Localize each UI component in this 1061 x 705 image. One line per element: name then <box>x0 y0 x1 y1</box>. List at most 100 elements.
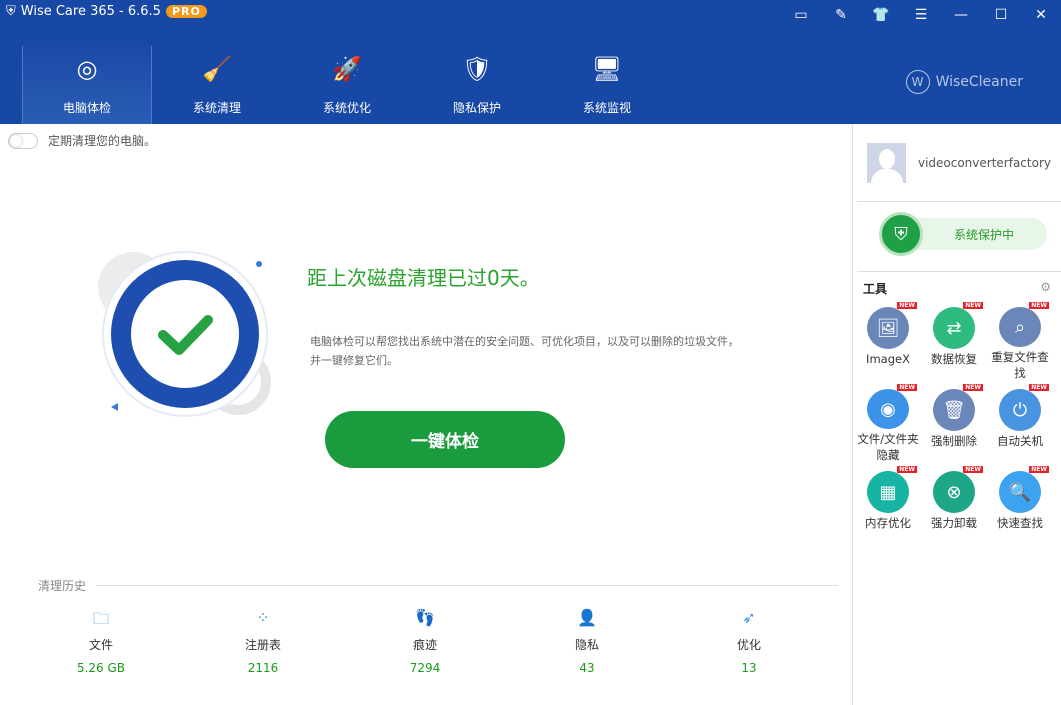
feedback-icon[interactable]: ▭ <box>781 0 821 30</box>
shield-icon: ⛨ <box>879 212 923 256</box>
history-value: 2116 <box>247 661 279 675</box>
tool-label: 重复文件查找 <box>991 350 1049 380</box>
tool-icon: ⏻ <box>999 389 1041 431</box>
title-text: Wise Care 365 - 6.6.5 <box>20 4 161 19</box>
new-badge: NEW <box>1029 466 1049 473</box>
tools-grid: 🖼 NEW ImageX ⇄ NEW 数据恢复 ⌕ NEW 重复文件查找 ◉ NEW 文件/文件夹隐藏… <box>853 297 1061 545</box>
radar-icon: ◎ <box>76 55 98 83</box>
privacy-icon: 👤 <box>577 608 597 627</box>
history-label: 隐私 <box>574 638 599 652</box>
app-logo-icon: ⛨ <box>6 4 16 19</box>
tab-clean[interactable]: 🧹 系统清理 <box>152 46 282 124</box>
schedule-toggle[interactable] <box>8 132 38 149</box>
tool-icon: ◉ <box>867 389 909 429</box>
tool-item[interactable]: ⇄ NEW 数据恢复 <box>921 301 987 381</box>
close-button[interactable]: ✕ <box>1021 0 1061 30</box>
monitor-icon: 🖥 <box>591 55 623 83</box>
tab-label: 电脑体检 <box>62 101 111 115</box>
history-title: 清理历史 <box>38 577 838 594</box>
new-badge: NEW <box>897 466 917 473</box>
tool-icon: 🔍 <box>999 471 1041 513</box>
new-badge: NEW <box>963 384 983 391</box>
gear-icon[interactable]: ⚙ <box>1040 280 1051 297</box>
new-badge: NEW <box>963 302 983 309</box>
tab-label: 隐私保护 <box>452 101 501 115</box>
tool-icon: 🗑 <box>933 389 975 431</box>
sidebar: videoconverterfactory 系统保护中 ⛨ 工具 ⚙ 🖼 NEW Ima… <box>852 124 1061 705</box>
one-click-scan-button[interactable]: 一键体检 <box>325 411 565 468</box>
brand-name: WiseCleaner <box>935 74 1023 90</box>
tab-label: 系统优化 <box>322 101 371 115</box>
new-badge: NEW <box>897 302 917 309</box>
history-title-text: 清理历史 <box>38 579 87 593</box>
pro-badge: PRO <box>165 5 207 18</box>
protection-status[interactable]: 系统保护中 ⛨ <box>857 202 1061 272</box>
tool-item[interactable]: ◉ NEW 文件/文件夹隐藏 <box>855 383 921 463</box>
last-clean-headline: 距上次磁盘清理已过0天。 <box>307 266 540 290</box>
menu-icon[interactable]: ☰ <box>901 0 941 30</box>
tool-item[interactable]: ⏻ NEW 自动关机 <box>987 383 1053 463</box>
history-item-traces: 👣 痕迹 7294 <box>344 608 506 675</box>
history-label: 注册表 <box>244 638 281 652</box>
username: videoconverterfactory <box>917 155 1051 170</box>
history-label: 痕迹 <box>412 638 437 652</box>
tool-item[interactable]: 🔍 NEW 快速查找 <box>987 465 1053 545</box>
tab-label: 系统监视 <box>582 101 631 115</box>
main-panel: 定期清理您的电脑。 距上次磁盘清理已过0天。 电脑体检可以帮您找出系统中潜在的安… <box>0 124 852 702</box>
tool-icon: ▦ <box>867 471 909 513</box>
tool-label: 强力卸载 <box>931 516 977 530</box>
tab-privacy[interactable]: 🛡 隐私保护 <box>412 46 542 124</box>
toggle-label: 定期清理您的电脑。 <box>48 134 157 148</box>
history-label: 优化 <box>736 638 761 652</box>
new-badge: NEW <box>1029 384 1049 391</box>
tool-item[interactable]: 🗑 NEW 强制删除 <box>921 383 987 463</box>
tab-monitor[interactable]: 🖥 系统监视 <box>542 46 672 124</box>
history-item-files: 🗀 文件 5.26 GB <box>20 608 182 675</box>
tool-icon: 🖼 <box>867 307 909 349</box>
tab-checkup[interactable]: ◎ 电脑体检 <box>22 46 152 124</box>
registry-icon: ⁘ <box>256 608 270 627</box>
history-label: 文件 <box>88 638 113 652</box>
history-item-registry: ⁘ 注册表 2116 <box>182 608 344 675</box>
tool-label: 快速查找 <box>997 516 1043 530</box>
maximize-button[interactable]: ☐ <box>981 0 1021 30</box>
tab-label: 系统清理 <box>192 101 241 115</box>
tool-icon: ⊗ <box>933 471 975 513</box>
tool-label: ImageX <box>866 352 910 366</box>
user-panel[interactable]: videoconverterfactory <box>857 124 1061 202</box>
clean-history: 🗀 文件 5.26 GB ⁘ 注册表 2116 👣 痕迹 7294 👤 隐私 43 ➶ 优化 13 <box>20 608 830 675</box>
brand-logo: W WiseCleaner <box>905 70 1023 94</box>
wisecleaner-icon: W <box>905 70 930 94</box>
tool-label: 内存优化 <box>865 516 911 530</box>
history-value: 13 <box>741 661 757 675</box>
skin-icon[interactable]: 👕 <box>861 0 901 30</box>
tab-optimize[interactable]: 🚀 系统优化 <box>282 46 412 124</box>
tool-item[interactable]: ⌕ NEW 重复文件查找 <box>987 301 1053 381</box>
history-value: 43 <box>579 661 595 675</box>
new-badge: NEW <box>1029 302 1049 309</box>
tool-label: 强制删除 <box>931 434 977 448</box>
tools-title: 工具 <box>863 282 888 296</box>
broom-icon: 🧹 <box>202 55 232 83</box>
rocket-icon: 🚀 <box>332 55 362 83</box>
shield-lock-icon: 🛡 <box>461 55 493 83</box>
status-check-graphic <box>98 251 271 417</box>
new-badge: NEW <box>963 466 983 473</box>
edit-icon[interactable]: ✎ <box>821 0 861 30</box>
tool-label: 文件/文件夹隐藏 <box>857 432 919 462</box>
history-value: 5.26 GB <box>76 661 126 675</box>
header: ⛨ Wise Care 365 - 6.6.5 PRO ▭ ✎ 👕 ☰ — ☐ ✕ … <box>0 0 1061 124</box>
rocket-icon: ➶ <box>742 608 756 627</box>
tool-icon: ⇄ <box>933 307 975 349</box>
footprint-icon: 👣 <box>415 608 435 627</box>
tool-icon: ⌕ <box>999 307 1041 347</box>
history-item-privacy: 👤 隐私 43 <box>506 608 668 675</box>
protection-label: 系统保护中 <box>953 227 1014 242</box>
avatar <box>867 142 906 183</box>
minimize-button[interactable]: — <box>941 0 981 30</box>
app-title: ⛨ Wise Care 365 - 6.6.5 PRO <box>6 4 207 19</box>
tool-item[interactable]: ⊗ NEW 强力卸载 <box>921 465 987 545</box>
tool-item[interactable]: 🖼 NEW ImageX <box>855 301 921 381</box>
tool-item[interactable]: ▦ NEW 内存优化 <box>855 465 921 545</box>
folder-icon: 🗀 <box>92 609 109 628</box>
